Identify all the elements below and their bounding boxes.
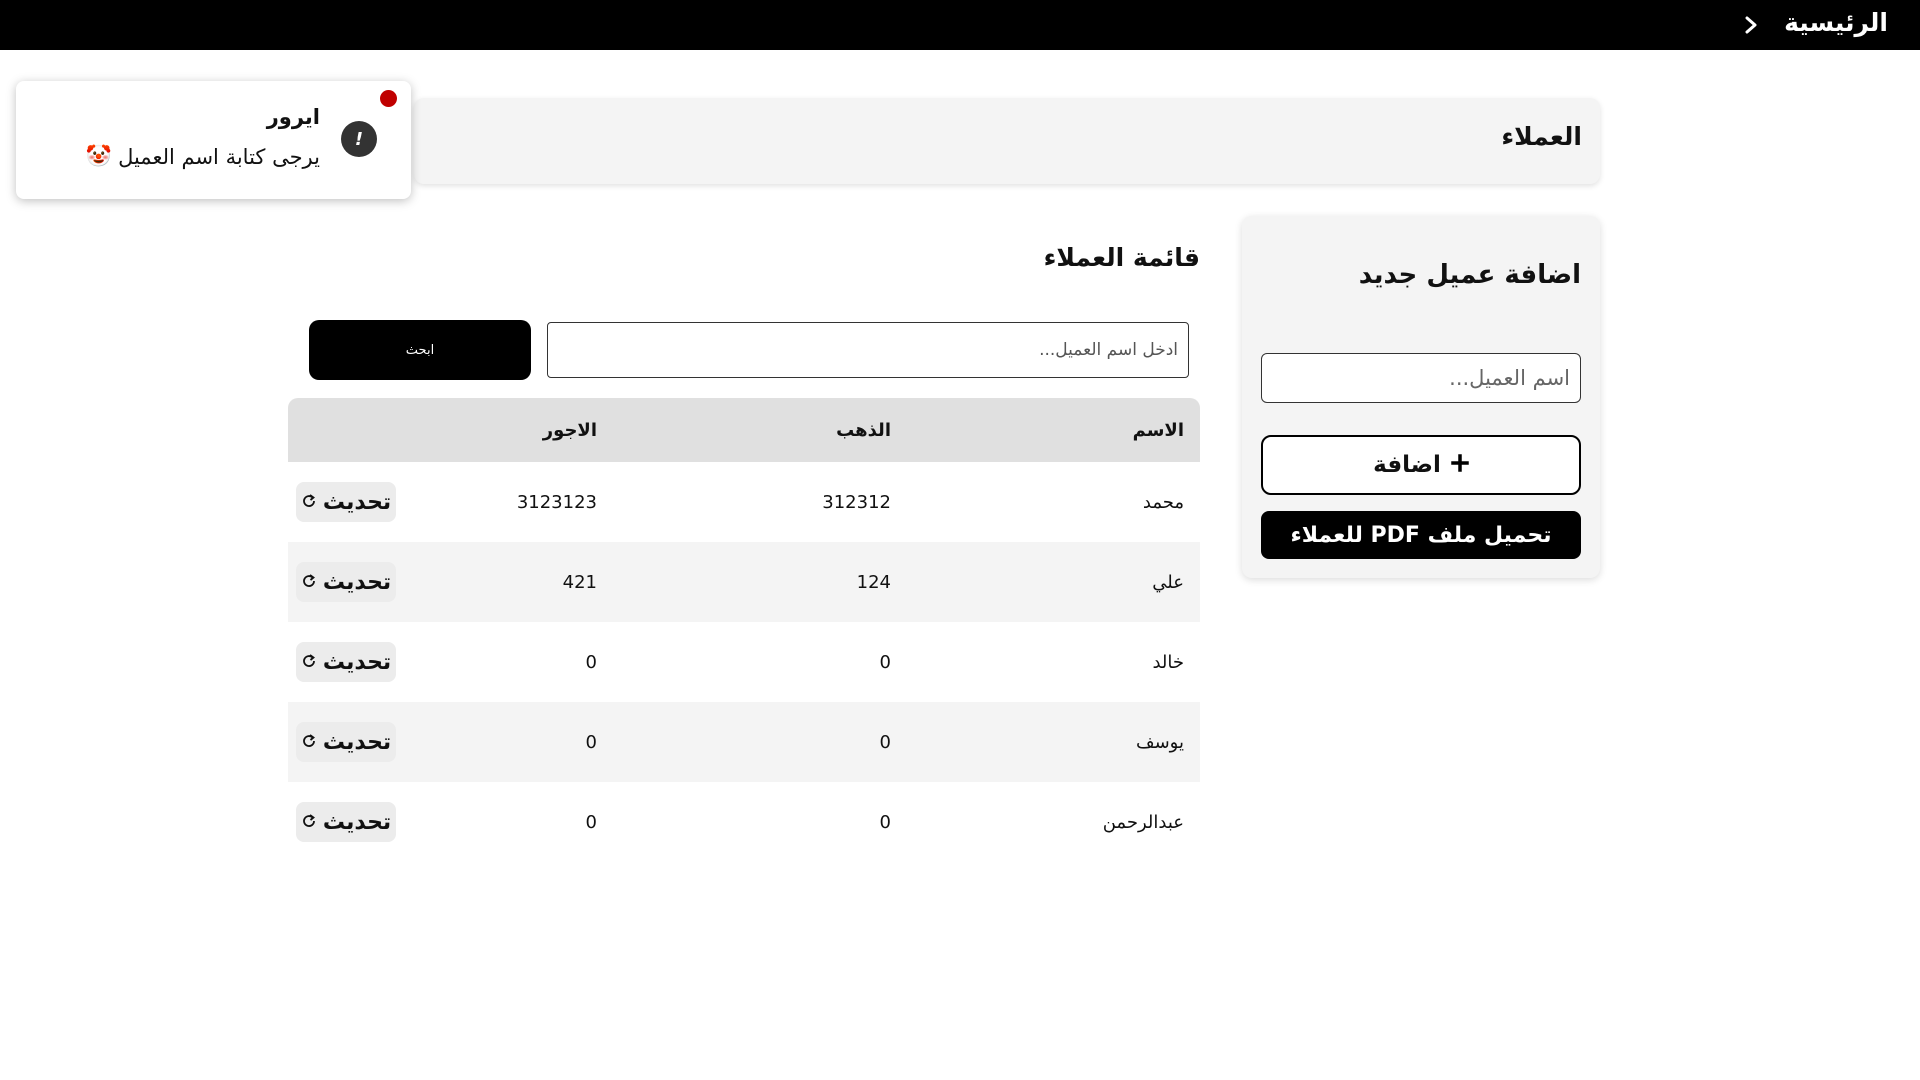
page-header: العملاء [414,98,1600,184]
download-pdf-button[interactable]: تحميل ملف PDF للعملاء [1261,511,1581,559]
download-pdf-label: تحميل ملف PDF للعملاء [1290,522,1552,548]
update-button[interactable]: تحديث [296,722,396,762]
update-button[interactable]: تحديث [296,562,396,602]
update-button[interactable]: تحديث [296,482,396,522]
search-button[interactable]: ابحث [309,320,531,380]
top-navbar: الرئيسية [0,0,1920,50]
update-label: تحديث [322,809,392,835]
table-row: خالد 0 0 تحديث [288,622,1200,702]
refresh-icon [301,730,317,755]
update-label: تحديث [322,569,392,595]
gold-cell: 124 [856,571,891,593]
customer-name-cell: محمد [1142,491,1184,513]
gold-cell: 0 [879,651,891,673]
table-row: علي 124 421 تحديث [288,542,1200,622]
chevron-right-icon[interactable] [1740,8,1762,42]
table-row: محمد 312312 3123123 تحديث [288,462,1200,542]
page-title: العملاء [1501,122,1582,151]
add-customer-heading: اضافة عميل جديد [1358,260,1581,290]
plus-icon [1451,452,1469,478]
toast-message: يرجى كتابة اسم العميل [118,144,320,169]
update-label: تحديث [322,649,392,675]
table-row: يوسف 0 0 تحديث [288,702,1200,782]
customer-name-cell: يوسف [1135,731,1184,753]
gold-cell: 312312 [822,491,891,513]
add-customer-card: اضافة عميل جديد اضافة تحميل ملف PDF للعم… [1242,216,1600,578]
update-label: تحديث [322,729,392,755]
wages-cell: 0 [585,731,597,753]
wages-cell: 421 [562,571,597,593]
wages-cell: 0 [585,811,597,833]
status-dot [380,90,397,107]
search-button-label: ابحث [405,342,435,358]
toast-title: ايرور [266,105,320,129]
refresh-icon [301,490,317,515]
update-label: تحديث [322,489,392,515]
refresh-icon [301,650,317,675]
customer-name-cell: خالد [1152,651,1184,673]
table-header: الاسم الذهب الاجور [288,398,1200,462]
add-customer-button[interactable]: اضافة [1261,435,1581,495]
column-header-name: الاسم [1132,419,1184,441]
table-row: عبدالرحمن 0 0 تحديث [288,782,1200,862]
update-button[interactable]: تحديث [296,802,396,842]
refresh-icon [301,570,317,595]
customer-name-cell: علي [1152,571,1184,593]
add-button-label: اضافة [1373,452,1441,478]
wages-cell: 3123123 [516,491,597,513]
customer-list-title: قائمة العملاء [1043,243,1200,272]
toast-message-row: يرجى كتابة اسم العميل 🤡 [86,144,320,169]
update-button[interactable]: تحديث [296,642,396,682]
clown-emoji-icon: 🤡 [85,144,113,168]
home-link[interactable]: الرئيسية [1784,8,1888,37]
refresh-icon [301,810,317,835]
customers-table: الاسم الذهب الاجور محمد 312312 3123123 ت… [288,398,1200,862]
error-toast[interactable]: ! ايرور يرجى كتابة اسم العميل 🤡 [16,81,411,199]
exclamation-icon: ! [341,121,377,157]
customer-name-input[interactable] [1261,353,1581,403]
gold-cell: 0 [879,731,891,753]
customer-name-cell: عبدالرحمن [1102,811,1184,833]
wages-cell: 0 [585,651,597,673]
search-input[interactable] [547,322,1189,378]
column-header-wages: الاجور [542,419,597,441]
column-header-gold: الذهب [836,419,891,441]
gold-cell: 0 [879,811,891,833]
